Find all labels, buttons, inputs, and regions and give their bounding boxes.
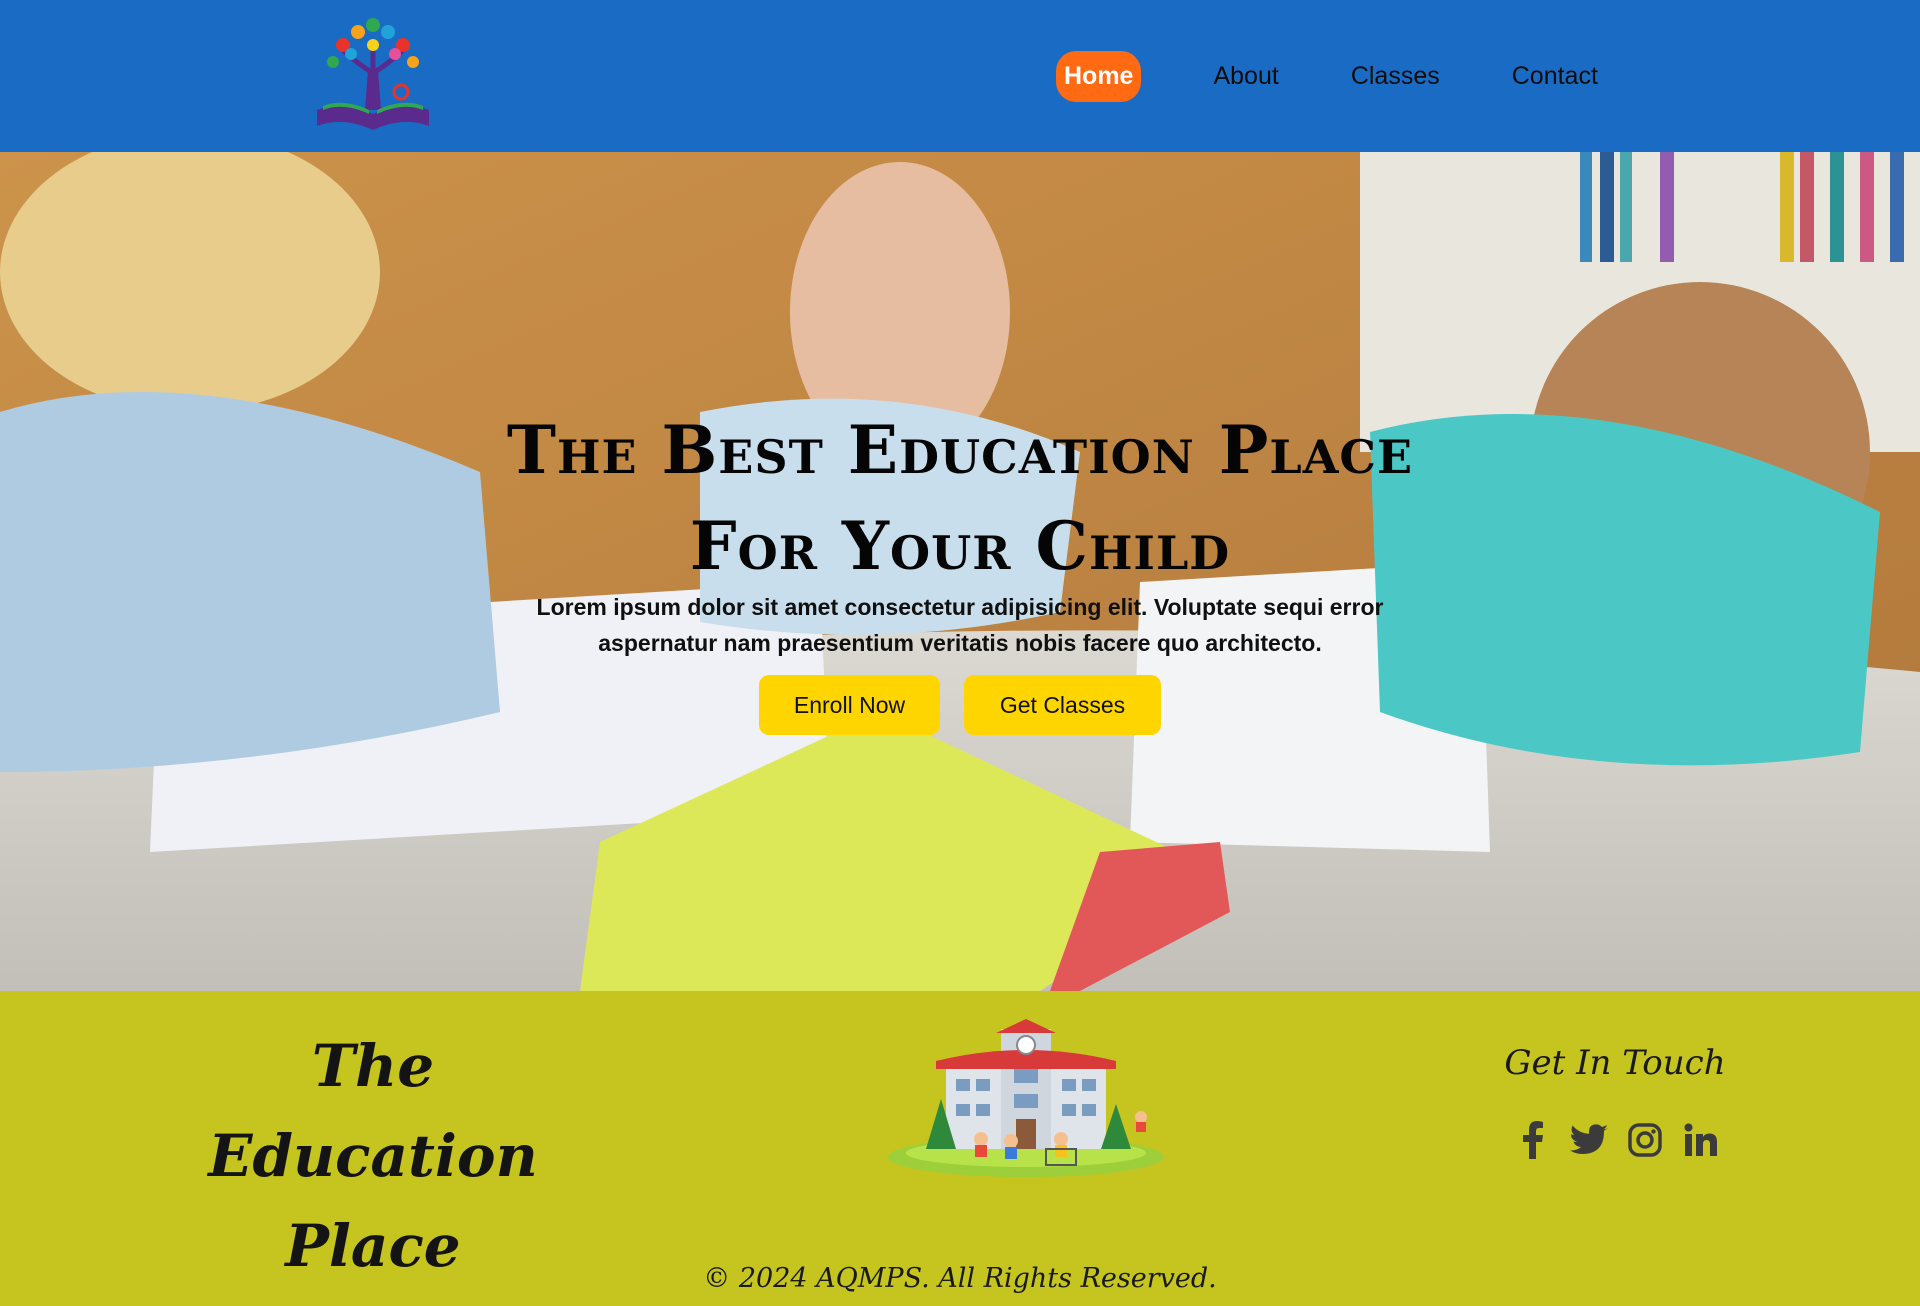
- logo-icon[interactable]: [313, 10, 433, 132]
- hero-subtitle: Lorem ipsum dolor sit amet consectetur a…: [500, 589, 1420, 661]
- hero-title-line1: The Best Education Place: [506, 411, 1414, 489]
- hero-content: The Best Education Place For Your Child …: [0, 152, 1920, 991]
- main-nav: Home About Classes Contact: [1056, 50, 1598, 102]
- get-classes-button[interactable]: Get Classes: [964, 675, 1161, 735]
- hero-title: The Best Education Place For Your Child: [460, 402, 1460, 594]
- twitter-icon[interactable]: [1570, 1121, 1608, 1159]
- linkedin-icon[interactable]: [1682, 1121, 1720, 1159]
- nav-classes[interactable]: Classes: [1351, 62, 1440, 91]
- facebook-icon[interactable]: [1514, 1121, 1552, 1159]
- copyright-text: © 2024 AQMPS. All Rights Reserved.: [703, 1263, 1217, 1294]
- social-links: [1514, 1121, 1720, 1159]
- instagram-icon[interactable]: [1626, 1121, 1664, 1159]
- nav-contact[interactable]: Contact: [1512, 62, 1598, 91]
- footer-brand: The Education Place: [190, 1021, 556, 1291]
- nav-about[interactable]: About: [1213, 62, 1278, 91]
- hero-title-line2: For Your Child: [689, 507, 1231, 585]
- hero-subtitle-line1: Lorem ipsum dolor sit amet consectetur a…: [536, 594, 1384, 620]
- hero-subtitle-line2: aspernatur nam praesentium veritatis nob…: [598, 630, 1322, 656]
- get-in-touch-title: Get In Touch: [1504, 1043, 1726, 1083]
- footer-brand-line1: The Education: [208, 1032, 538, 1190]
- enroll-now-button[interactable]: Enroll Now: [759, 675, 940, 735]
- site-header: Home About Classes Contact: [0, 0, 1920, 152]
- hero-section: The Best Education Place For Your Child …: [0, 152, 1920, 991]
- site-footer: The Education Place Get In Touch © 2024 …: [0, 991, 1920, 1306]
- school-illustration-icon: [888, 1019, 1164, 1177]
- nav-home[interactable]: Home: [1056, 50, 1142, 102]
